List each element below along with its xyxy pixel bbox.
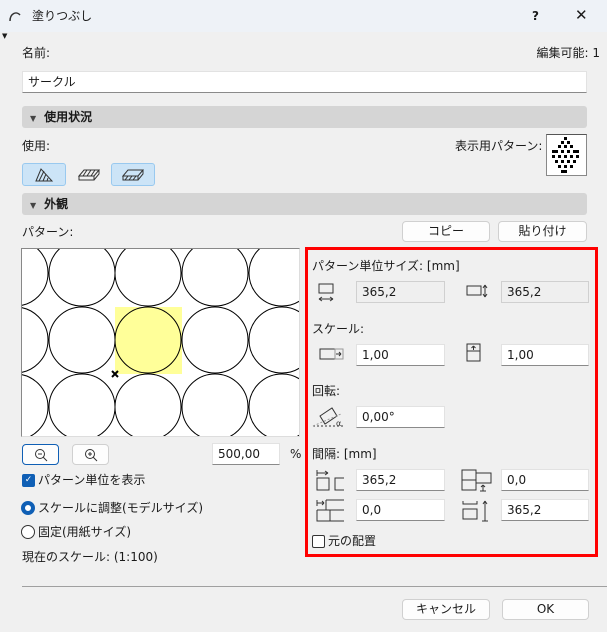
unit-width-field: 365,2 [356, 281, 445, 303]
show-unit-checkbox[interactable]: ✓ [22, 474, 35, 487]
scale-label: スケール: [312, 322, 365, 336]
zoom-out-button[interactable] [22, 444, 59, 465]
use-label: 使用: [22, 139, 51, 153]
cancel-button[interactable]: キャンセル [402, 599, 490, 620]
zoom-input[interactable]: 500,00 [212, 443, 280, 465]
spacing-label: 間隔: [mm] [312, 447, 377, 461]
radio-fixed-paper[interactable] [21, 525, 35, 539]
ok-button[interactable]: OK [502, 599, 589, 620]
pattern-preview-canvas [22, 249, 299, 436]
vertical-spacing-input[interactable]: 365,2 [501, 499, 589, 521]
show-unit-label: パターン単位を表示 [38, 473, 146, 487]
app-icon [9, 12, 21, 22]
horizontal-offset-icon [316, 499, 344, 522]
rotation-input[interactable]: 0,00° [356, 406, 445, 428]
vertical-spacing-icon [462, 500, 488, 522]
zoom-in-icon [84, 448, 97, 461]
zoom-out-icon [34, 448, 47, 461]
radio-scale-model[interactable] [21, 501, 35, 515]
triangle-down-icon: ▼ [30, 114, 37, 123]
zoom-in-button[interactable] [72, 444, 109, 465]
paste-button[interactable]: 貼り付け [498, 221, 587, 242]
svg-text:α: α [336, 419, 341, 428]
section-appearance-title: 外観 [44, 197, 69, 211]
radio-scale-model-label: スケールに調整(モデルサイズ) [38, 501, 204, 515]
vertical-offset-input[interactable]: 0,0 [501, 469, 589, 491]
rotation-angle-icon: α [312, 407, 344, 428]
help-button[interactable]: ? [532, 8, 539, 24]
cover-fill-icon [78, 169, 100, 180]
section-appearance[interactable]: ▼ 外観 [22, 193, 587, 215]
scale-x-icon [319, 348, 344, 360]
unit-width-icon [318, 283, 334, 302]
original-placement-label: 元の配置 [328, 534, 377, 548]
name-label: 名前: [22, 46, 51, 60]
unit-height-field: 365,2 [501, 281, 589, 303]
pattern-label: パターン: [22, 225, 74, 239]
pattern-bitmap-icon [552, 137, 579, 173]
drafting-fill-button[interactable] [111, 163, 155, 186]
radio-fixed-paper-label: 固定(用紙サイズ) [38, 525, 132, 539]
vertical-offset-icon [461, 469, 492, 492]
section-usage-title: 使用状況 [44, 110, 93, 124]
drafting-fill-icon [122, 169, 144, 180]
scale-y-icon [466, 343, 481, 362]
cut-fill-button[interactable] [22, 163, 66, 186]
window-title: 塗りつぶし [32, 9, 93, 23]
copy-button[interactable]: コピー [402, 221, 490, 242]
current-scale: 現在のスケール: (1:100) [22, 550, 158, 564]
scale-y-input[interactable]: 1,00 [501, 344, 589, 366]
horizontal-spacing-icon [316, 470, 344, 491]
display-pattern-label: 表示用パターン: [455, 139, 543, 153]
footer-divider [22, 586, 607, 587]
unit-height-icon [466, 284, 488, 298]
cut-fill-icon [35, 167, 54, 181]
cover-fill-button[interactable] [67, 163, 111, 186]
section-usage[interactable]: ▼ 使用状況 [22, 106, 587, 128]
display-pattern-swatch[interactable] [546, 134, 587, 176]
pattern-preview[interactable] [21, 248, 300, 437]
horizontal-offset-input[interactable]: 0,0 [356, 499, 445, 521]
zoom-unit: % [290, 447, 302, 461]
unit-size-label: パターン単位サイズ: [mm] [312, 259, 460, 273]
original-placement-checkbox[interactable] [312, 535, 325, 548]
scale-x-input[interactable]: 1,00 [356, 344, 445, 366]
close-button[interactable]: ✕ [575, 7, 588, 23]
horizontal-spacing-input[interactable]: 365,2 [356, 469, 445, 491]
rotation-label: 回転: [312, 384, 341, 398]
editable-count: 編集可能: 1 [536, 46, 601, 60]
name-input[interactable]: サークル [22, 71, 587, 93]
collapse-arrow-icon[interactable]: ▼ [2, 32, 7, 40]
triangle-down-icon: ▼ [30, 201, 37, 210]
